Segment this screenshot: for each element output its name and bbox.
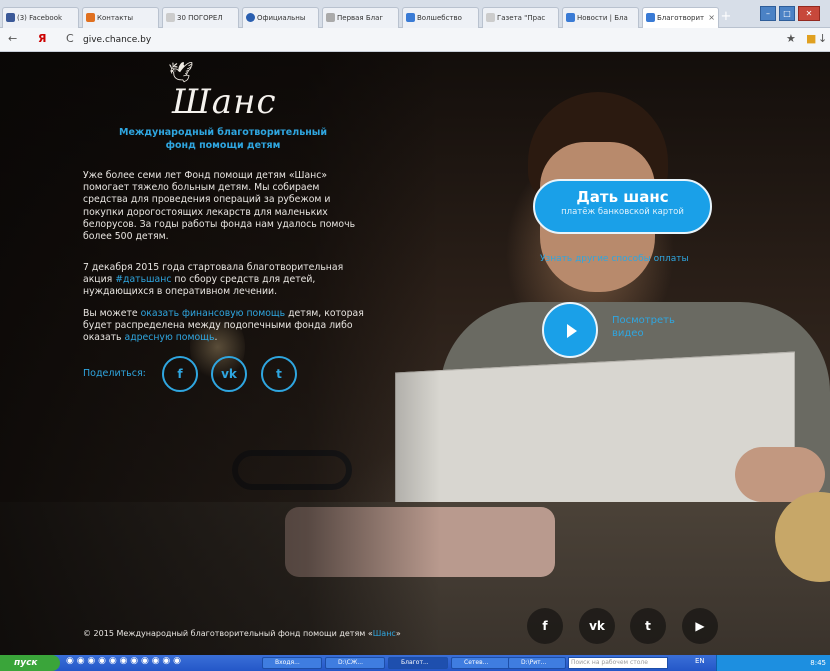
tab-favicon-icon [86,13,95,22]
tab-favicon-icon [6,13,15,22]
donate-button-title: Дать шанс [576,188,669,206]
copyright-label: » [395,629,401,638]
desktop-search-input[interactable]: Поиск на рабочем столе [568,657,668,669]
organization-name: Международный благотворительный фонд пом… [118,127,328,151]
share-label: Поделиться: [83,368,146,379]
footer-youtube-button[interactable]: ▶ [682,608,718,644]
copyright-text: © 2015 Международный благотворительный ф… [83,629,401,638]
footer-twitter-button[interactable]: t [630,608,666,644]
download-icon[interactable]: ↓ [818,32,827,46]
page-viewport: 🕊 Шанс Международный благотворительный ф… [0,52,830,655]
browser-tab[interactable]: 30 ПОГОРЕЛ [162,7,239,28]
tab-favicon-icon [246,13,255,22]
share-vk-button[interactable]: vk [211,356,247,392]
close-window-button[interactable]: ✕ [798,6,820,21]
donate-button-subtitle: платёж банковской картой [561,207,684,217]
taskbar-task[interactable]: Сетев... [451,657,511,669]
site-logo[interactable]: Шанс [172,82,277,122]
intro-paragraph: Уже более семи лет Фонд помощи детям «Ша… [83,170,356,243]
browser-tab[interactable]: Официальны [242,7,319,28]
play-icon [567,324,577,338]
copyright-label: © 2015 Международный благотворительный ф… [83,629,373,638]
tab-label: Благотворит [657,14,705,22]
tab-label: 30 ПОГОРЕЛ [177,14,223,22]
tab-label: Официальны [257,14,306,22]
start-button[interactable]: пуск [0,655,60,671]
targeted-help-link[interactable]: адресную помощь [125,332,215,343]
hashtag-link[interactable]: #датьшанс [115,274,171,285]
paragraph-text: . [214,332,218,344]
tab-favicon-icon [486,13,495,22]
tab-favicon-icon [566,13,575,22]
share-facebook-button[interactable]: f [162,356,198,392]
browser-tab[interactable]: Газета "Прас [482,7,559,28]
tab-label: Новости | Бла [577,14,628,22]
browser-tab[interactable]: Контакты [82,7,159,28]
new-tab-button[interactable]: + [719,10,733,24]
yandex-icon[interactable]: Я [38,32,46,46]
browser-tab[interactable]: (3) Facebook [2,7,79,28]
tab-favicon-icon [326,13,335,22]
play-video-button[interactable] [542,302,598,358]
url-input[interactable] [60,32,780,49]
share-twitter-button[interactable]: t [261,356,297,392]
back-arrow-icon[interactable]: ← [8,32,17,46]
taskbar-task-active[interactable]: Благот... [388,657,448,669]
financial-help-link[interactable]: оказать финансовую помощь [141,308,286,319]
watch-video-link[interactable]: Посмотреть видео [612,314,702,340]
minimize-button[interactable]: – [760,6,776,21]
copyright-link[interactable]: Шанс [373,629,396,638]
browser-tab[interactable]: Волшебство [402,7,479,28]
tab-favicon-icon [406,13,415,22]
bookmark-star-icon[interactable]: ★ [786,32,796,46]
help-paragraph: Вы можете оказать финансовую помощь детя… [83,308,365,345]
quick-launch-icons[interactable]: ◉ ◉ ◉ ◉ ◉ ◉ ◉ ◉ ◉ ◉ ◉ [66,656,181,666]
donate-button[interactable]: Дать шанс платёж банковской картой [533,179,712,234]
taskbar-task[interactable]: Входя... [262,657,322,669]
taskbar-task[interactable]: D:\Рит... [508,657,566,669]
os-taskbar: пуск ◉ ◉ ◉ ◉ ◉ ◉ ◉ ◉ ◉ ◉ ◉ Входя... D:\С… [0,655,830,671]
address-bar: ← Я C give.chance.by ★ ■ ↓ [0,28,830,52]
browser-tab-active[interactable]: Благотворит × [642,7,719,28]
tab-label: Волшебство [417,14,462,22]
clock[interactable]: 8:45 [810,659,826,667]
paragraph-text: Вы можете [83,308,141,319]
other-payment-methods-link[interactable]: Узнать другие способы оплаты [540,254,689,264]
footer-vk-button[interactable]: vk [579,608,615,644]
maximize-button[interactable]: □ [779,6,795,21]
tab-label: (3) Facebook [17,14,63,22]
browser-tab-bar: (3) Facebook Контакты 30 ПОГОРЕЛ Официал… [0,0,830,28]
tab-favicon-icon [166,13,175,22]
extension-icon[interactable]: ■ [806,32,816,46]
tab-label: Контакты [97,14,134,22]
url-text[interactable]: give.chance.by [83,33,151,47]
browser-tab[interactable]: Новости | Бла [562,7,639,28]
system-tray: 8:45 [716,655,830,671]
footer-facebook-button[interactable]: f [527,608,563,644]
close-tab-icon[interactable]: × [708,8,715,28]
tab-favicon-icon [646,13,655,22]
tab-label: Газета "Прас [497,14,546,22]
browser-tab[interactable]: Первая Благ [322,7,399,28]
language-indicator[interactable]: EN [695,657,705,665]
bird-logo-icon: 🕊 [168,60,194,84]
campaign-paragraph: 7 декабря 2015 года стартовала благотвор… [83,262,365,299]
tab-label: Первая Благ [337,14,384,22]
taskbar-task[interactable]: D:\СЖ... [325,657,385,669]
